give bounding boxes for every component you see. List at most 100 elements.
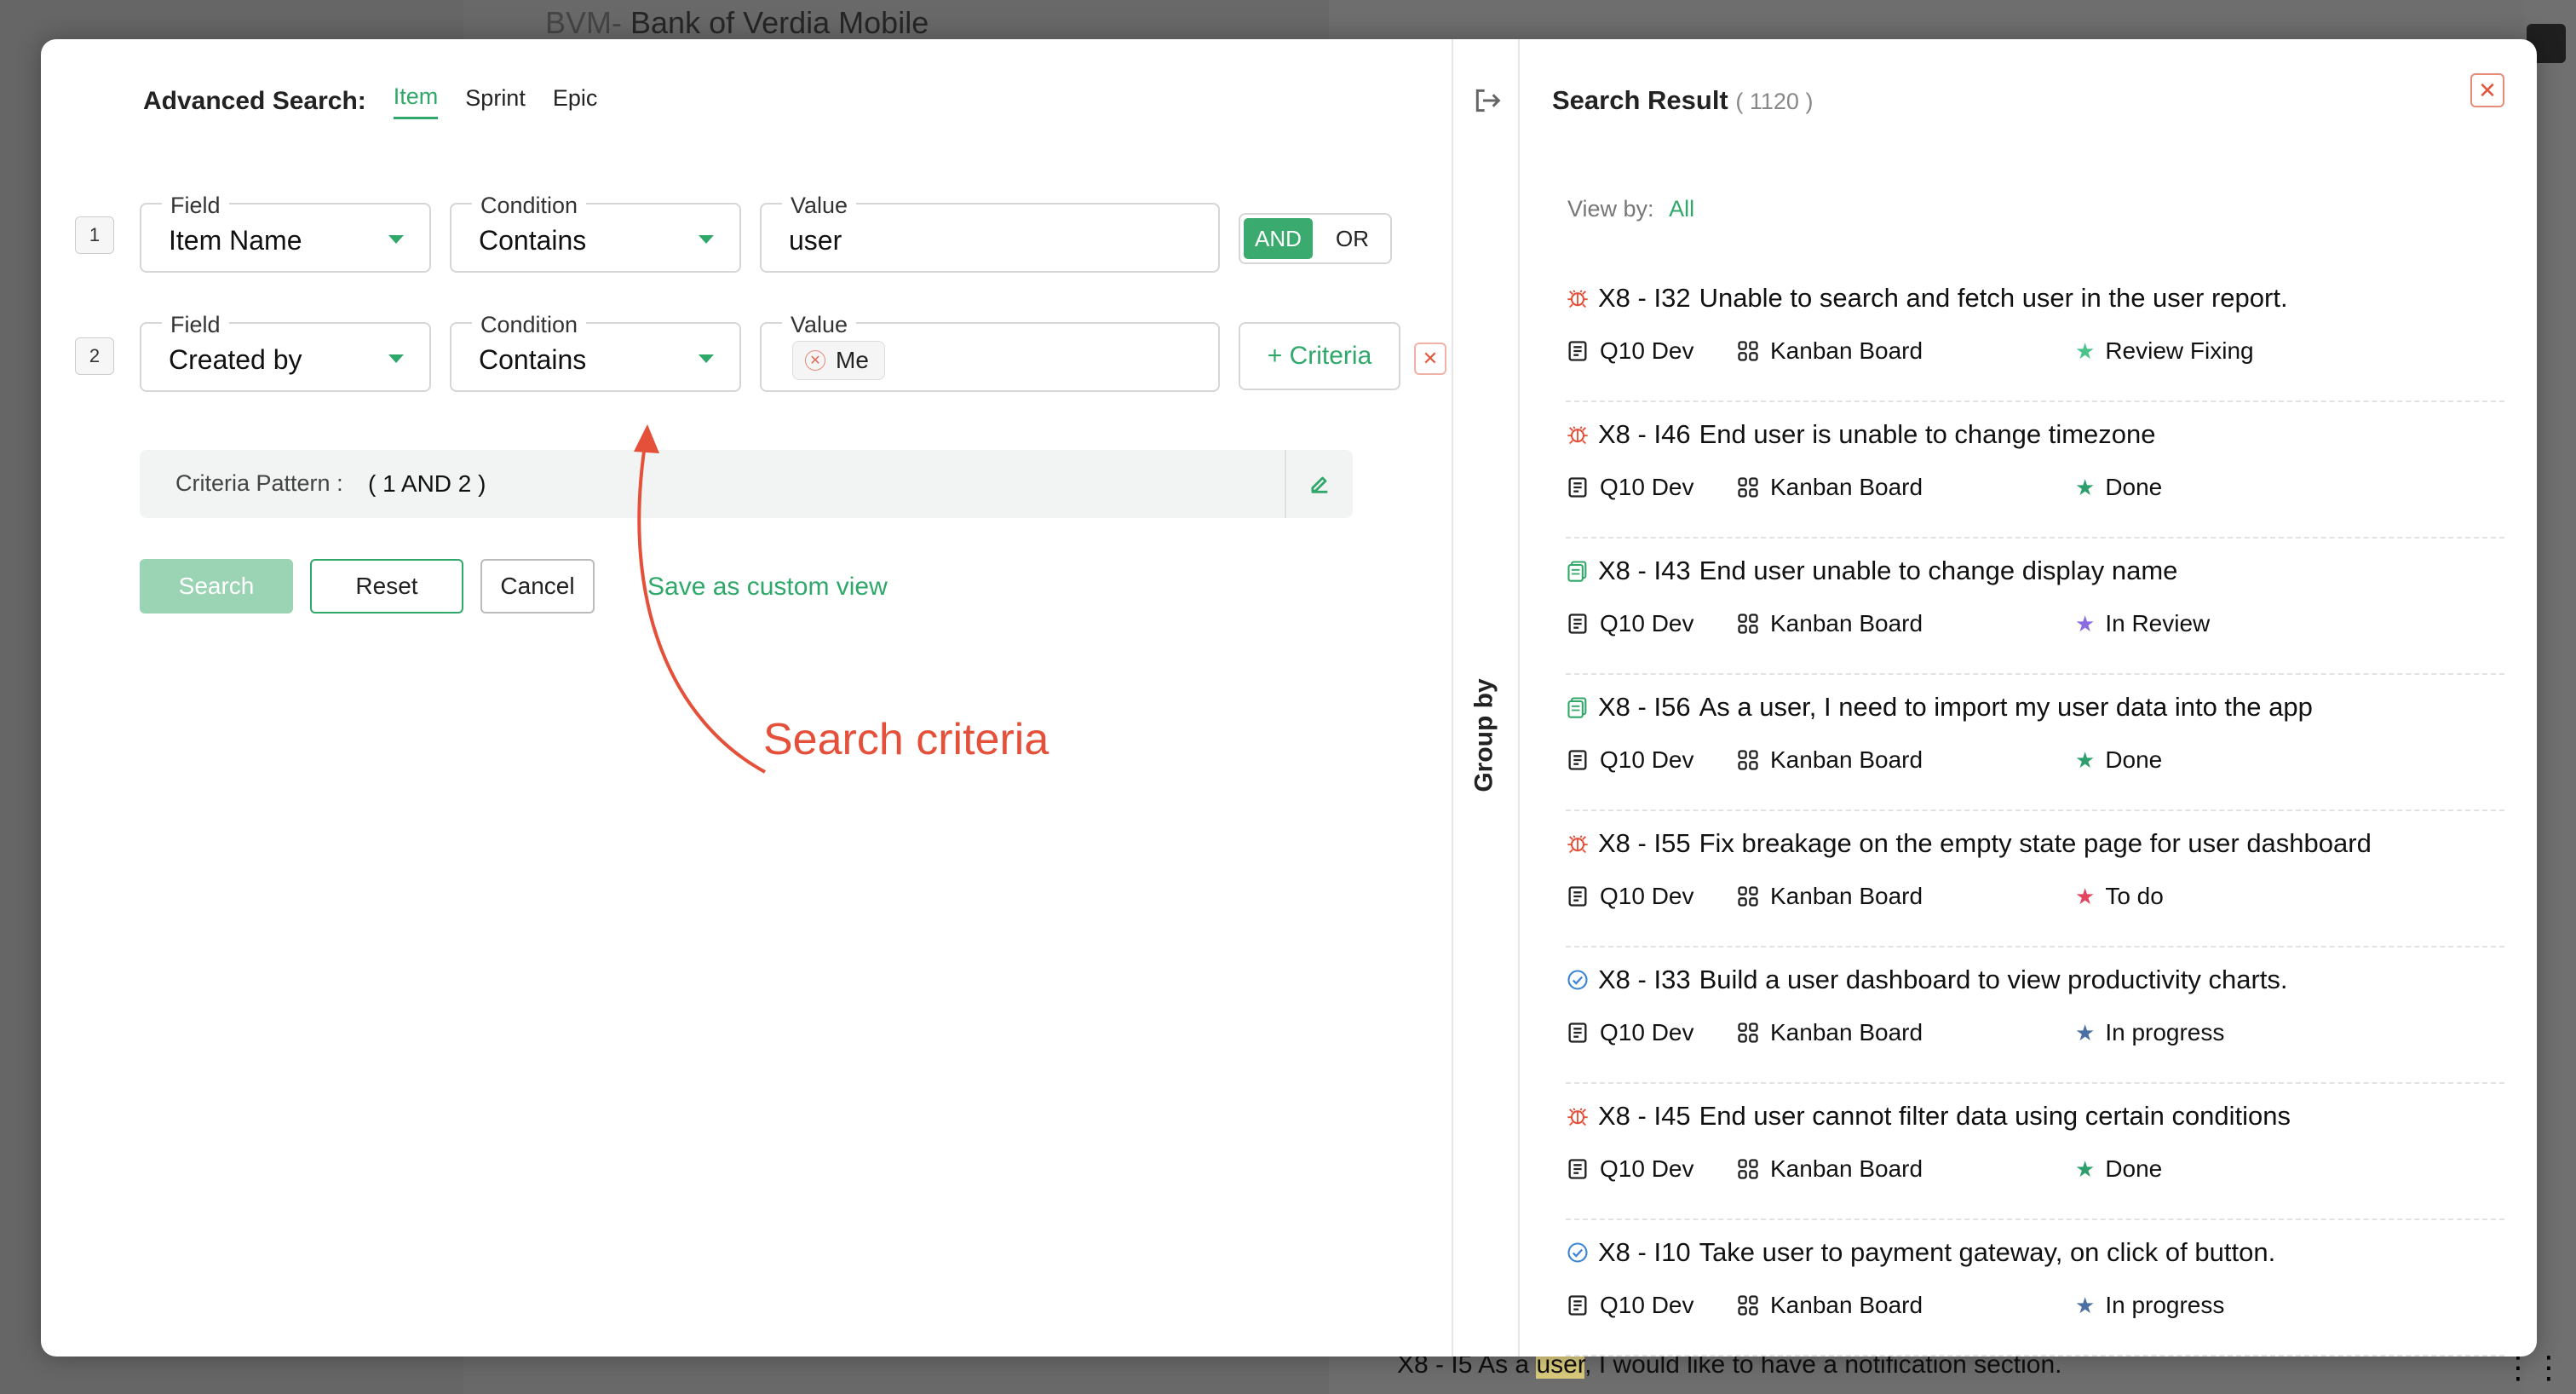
condition-label: Condition [472,312,587,338]
list-item[interactable]: X8 - I33 Build a user dashboard to view … [1566,948,2504,1084]
item-code: X8 - I56 [1598,692,1691,722]
results-title: Search Result ( 1120 ) [1552,85,1813,116]
item-board: Kanban Board [1736,610,1923,637]
list-item[interactable]: X8 - I45 End user cannot filter data usi… [1566,1084,2504,1220]
sprint-icon [1568,1022,1587,1043]
board-icon [1738,886,1758,907]
status-star-icon: ★ [2075,610,2096,637]
list-item[interactable]: X8 - I43 End user unable to change displ… [1566,539,2504,675]
bug-icon [1566,1104,1590,1128]
field-select-2[interactable]: Field Created by [140,312,431,392]
item-title[interactable]: Build a user dashboard to view productiv… [1699,965,2288,995]
item-sprint: Q10 Dev [1566,610,1694,637]
item-code: X8 - I10 [1598,1237,1691,1267]
item-title[interactable]: Take user to payment gateway, on click o… [1699,1237,2276,1268]
group-by-column: Group by [1452,39,1520,1357]
item-board: Kanban Board [1736,746,1923,774]
add-criteria-button[interactable]: + Criteria [1239,322,1400,390]
item-title[interactable]: Fix breakage on the empty state page for… [1699,828,2372,859]
tab-sprint[interactable]: Sprint [465,85,526,118]
sprint-name: Q10 Dev [1600,1019,1694,1046]
value-input-2[interactable]: Value ✕ Me [760,312,1220,392]
item-title[interactable]: Unable to search and fetch user in the u… [1699,283,2288,314]
results-title-text: Search Result [1552,85,1728,115]
cancel-button[interactable]: Cancel [480,559,595,613]
annotation-label: Search criteria [763,715,1049,764]
bug-icon [1566,423,1590,446]
item-code: X8 - I46 [1598,419,1691,449]
value-input-1[interactable]: Value user [760,193,1220,273]
remove-chip-icon[interactable]: ✕ [805,350,825,371]
item-title-row: X8 - I56 As a user, I need to import my … [1566,692,2313,723]
status-label: Done [2105,474,2163,500]
edit-icon[interactable] [1285,450,1353,518]
sprint-name: Q10 Dev [1600,1155,1694,1182]
group-by-label[interactable]: Group by [1470,678,1499,792]
list-item[interactable]: X8 - I32 Unable to search and fetch user… [1566,266,2504,402]
condition-select-1[interactable]: Condition Contains [450,193,741,273]
value-label: Value [782,193,857,219]
sprint-name: Q10 Dev [1600,1292,1694,1318]
item-title[interactable]: End user cannot filter data using certai… [1699,1101,2291,1132]
status-star-icon: ★ [2075,337,2096,364]
tab-item[interactable]: Item [393,84,439,119]
item-title[interactable]: As a user, I need to import my user data… [1699,692,2313,723]
reset-button[interactable]: Reset [310,559,463,613]
item-sprint: Q10 Dev [1566,1019,1694,1046]
condition-select-2[interactable]: Condition Contains [450,312,741,392]
list-item[interactable]: X8 - I55 Fix breakage on the empty state… [1566,811,2504,948]
list-item[interactable]: X8 - I10 Take user to payment gateway, o… [1566,1220,2504,1357]
item-board: Kanban Board [1736,1292,1923,1319]
item-sprint: Q10 Dev [1566,883,1694,910]
item-sprint: Q10 Dev [1566,337,1694,365]
sprint-name: Q10 Dev [1600,746,1694,773]
and-button[interactable]: AND [1244,218,1313,259]
sprint-icon [1568,613,1587,634]
close-icon[interactable]: ✕ [2470,73,2504,107]
view-by-value[interactable]: All [1669,196,1694,222]
criteria-pattern-value: ( 1 AND 2 ) [368,470,486,497]
story-icon [1566,695,1590,719]
status-star-icon: ★ [2075,883,2096,909]
board-name: Kanban Board [1770,883,1923,909]
item-title-row: X8 - I33 Build a user dashboard to view … [1566,965,2288,995]
search-type-tabs: Advanced Search: Item Sprint Epic [143,84,597,119]
board-name: Kanban Board [1770,610,1923,637]
sprint-name: Q10 Dev [1600,883,1694,909]
status-star-icon: ★ [2075,1019,2096,1046]
item-board: Kanban Board [1736,337,1923,365]
status-star-icon: ★ [2075,746,2096,773]
board-icon [1738,341,1758,361]
item-status: ★ To do [2075,883,2164,910]
item-status: ★ Done [2075,1155,2162,1183]
tab-epic[interactable]: Epic [553,85,598,118]
item-sprint: Q10 Dev [1566,1292,1694,1319]
status-label: Review Fixing [2105,337,2254,364]
status-label: In Review [2105,610,2211,637]
field-select-1[interactable]: Field Item Name [140,193,431,273]
criteria-number-2: 2 [75,337,114,375]
sprint-icon [1568,341,1587,361]
item-code: X8 - I55 [1598,828,1691,858]
item-title-row: X8 - I45 End user cannot filter data usi… [1566,1101,2291,1132]
criteria-pattern-label: Criteria Pattern : [175,470,343,496]
item-title[interactable]: End user unable to change display name [1699,556,2178,586]
or-button[interactable]: OR [1318,218,1387,259]
remove-criteria-icon[interactable]: ✕ [1414,343,1446,375]
list-item[interactable]: X8 - I46 End user is unable to change ti… [1566,402,2504,539]
list-item[interactable]: X8 - I56 As a user, I need to import my … [1566,675,2504,811]
board-icon [1738,1159,1758,1179]
sprint-icon [1568,1295,1587,1316]
task-check-icon [1566,968,1590,992]
item-title-row: X8 - I10 Take user to payment gateway, o… [1566,1237,2275,1268]
value-label: Value [782,312,857,338]
board-icon [1738,750,1758,770]
sprint-name: Q10 Dev [1600,610,1694,637]
board-name: Kanban Board [1770,1292,1923,1318]
status-label: In progress [2105,1292,2225,1318]
task-check-icon [1566,1241,1590,1264]
search-button[interactable]: Search [140,559,293,613]
item-title[interactable]: End user is unable to change timezone [1699,419,2156,450]
collapse-icon[interactable] [1470,84,1504,118]
item-sprint: Q10 Dev [1566,746,1694,774]
